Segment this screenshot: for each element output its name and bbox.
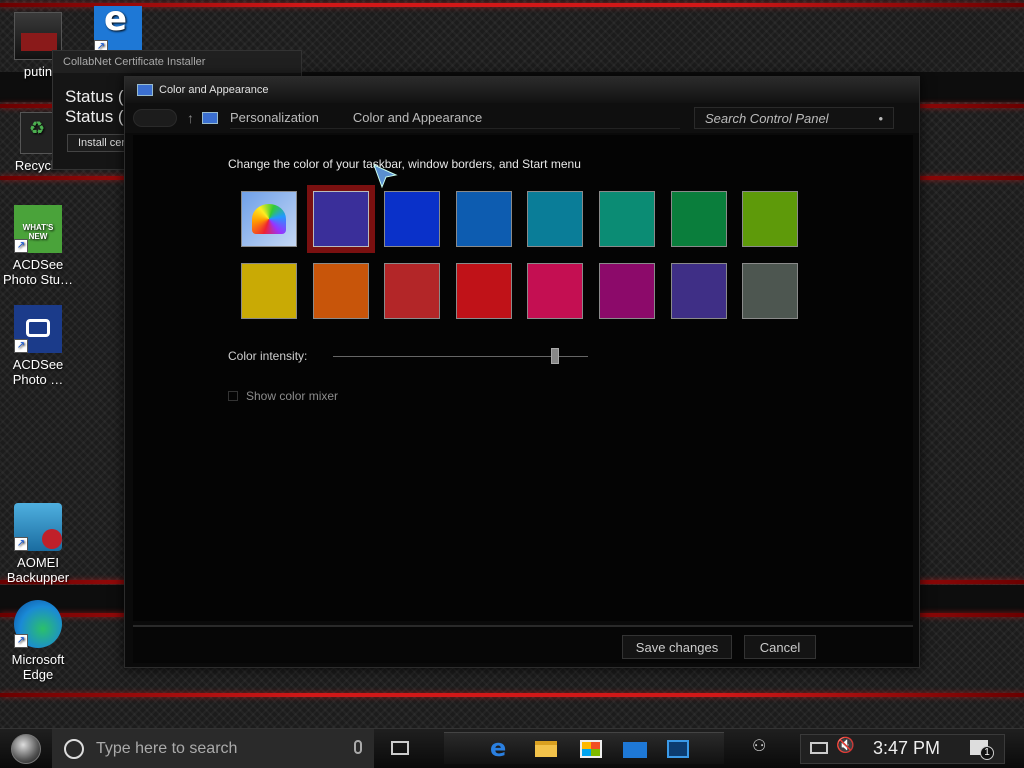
shortcut-arrow-icon: ↗ (14, 339, 28, 353)
desktop-icon-label: ACDSee Photo Stu… (2, 257, 74, 287)
color-swatch[interactable] (384, 263, 441, 319)
mouse-cursor-icon (373, 164, 398, 189)
save-changes-button[interactable]: Save changes (622, 635, 732, 659)
volume-muted-icon[interactable]: 🔇 (836, 736, 860, 760)
dialog-footer: Save changes Cancel (133, 625, 913, 663)
expand-checkbox[interactable] (228, 391, 238, 401)
window-title: CollabNet Certificate Installer (53, 51, 301, 73)
color-fan-icon (252, 204, 286, 234)
color-swatch[interactable] (312, 263, 369, 319)
desktop-icon-acdsee-photo[interactable]: ↗ ACDSee Photo … (0, 305, 76, 387)
color-appearance-window[interactable]: Color and Appearance ↑ Personalization C… (124, 76, 920, 668)
edge-icon: e ↗ (94, 2, 142, 54)
search-placeholder: Search Control Panel (705, 111, 829, 126)
desktop-icon-label: Microsoft Edge (11, 652, 65, 682)
desktop-icon-aomei-backupper[interactable]: ↗ AOMEI Backupper (0, 503, 76, 585)
search-icon: • (878, 111, 883, 126)
shortcut-arrow-icon: ↗ (14, 634, 28, 648)
breadcrumb-personalization[interactable]: Personalization (230, 110, 319, 125)
address-bar: ↑ Personalization Color and Appearance S… (125, 103, 919, 133)
slider-thumb[interactable] (550, 348, 559, 364)
taskbar-clock[interactable]: 3:47 PM (873, 738, 940, 759)
desktop-icon-microsoft-edge[interactable]: ↗ Microsoft Edge (0, 600, 76, 682)
color-swatch[interactable] (599, 263, 655, 319)
notification-center-icon[interactable]: 1 (970, 736, 994, 760)
page-heading: Change the color of your taskbar, window… (228, 157, 581, 171)
edge-icon[interactable]: e (490, 736, 514, 760)
store-icon[interactable] (580, 736, 604, 760)
control-panel-icon (137, 84, 153, 96)
recycle-bin-icon: ♻ (20, 112, 56, 154)
mail-icon[interactable] (623, 736, 647, 760)
content-area: Change the color of your taskbar, window… (133, 135, 913, 621)
task-view-icon[interactable] (388, 736, 412, 760)
window-title: Color and Appearance (159, 84, 269, 96)
aomei-icon: ↗ (14, 503, 62, 551)
color-swatch[interactable] (670, 191, 727, 247)
taskbar-search-placeholder: Type here to search (96, 739, 238, 757)
color-swatch[interactable] (384, 191, 441, 247)
color-swatch[interactable] (455, 263, 512, 319)
color-swatch[interactable] (670, 263, 727, 319)
color-swatch[interactable] (455, 191, 512, 247)
start-button[interactable] (0, 729, 52, 768)
color-swatch[interactable] (241, 263, 297, 319)
color-swatch[interactable] (599, 191, 655, 247)
file-explorer-icon[interactable] (535, 736, 559, 760)
people-icon[interactable]: ⚇ (752, 736, 776, 760)
desktop-icon-label: putin (23, 64, 53, 79)
desktop-icon-acdsee-photo-studio[interactable]: WHAT'S NEW ↗ ACDSee Photo Stu… (0, 205, 76, 287)
breadcrumb-color-appearance[interactable]: Color and Appearance (353, 110, 482, 125)
cancel-button[interactable]: Cancel (744, 635, 816, 659)
acdsee-whats-new-icon: WHAT'S NEW ↗ (14, 205, 62, 253)
back-forward-buttons[interactable] (133, 109, 177, 127)
microphone-icon[interactable] (354, 739, 362, 754)
color-swatch[interactable] (527, 191, 584, 247)
desktop-icon-label: ACDSee Photo … (12, 357, 64, 387)
cortana-icon (64, 738, 84, 759)
app-window-icon[interactable] (667, 736, 691, 760)
network-icon[interactable] (810, 736, 834, 760)
taskbar-search-box[interactable]: Type here to search (52, 728, 374, 768)
breadcrumb: Personalization Color and Appearance (230, 107, 680, 129)
edge-icon: ↗ (14, 600, 62, 648)
color-intensity-slider[interactable] (333, 356, 588, 357)
search-control-panel-input[interactable]: Search Control Panel • (694, 107, 894, 129)
windows-orb-icon (11, 733, 41, 764)
shortcut-arrow-icon: ↗ (14, 537, 28, 551)
show-color-mixer[interactable]: Show color mixer (228, 389, 338, 403)
title-bar[interactable]: Color and Appearance (125, 77, 919, 103)
shortcut-arrow-icon: ↗ (14, 239, 28, 253)
desktop-icon-label: AOMEI Backupper (6, 555, 70, 585)
control-panel-icon (202, 112, 218, 124)
notification-badge: 1 (980, 746, 994, 760)
color-intensity-label: Color intensity: (228, 349, 308, 363)
up-arrow-icon[interactable]: ↑ (187, 110, 194, 126)
color-swatch[interactable] (527, 263, 584, 319)
automatic-color-swatch[interactable] (241, 191, 297, 247)
color-swatch[interactable] (742, 191, 799, 247)
show-color-mixer-label: Show color mixer (246, 389, 339, 403)
color-swatch[interactable] (742, 263, 799, 319)
acdsee-camera-icon: ↗ (14, 305, 62, 353)
color-swatch[interactable] (312, 191, 369, 247)
